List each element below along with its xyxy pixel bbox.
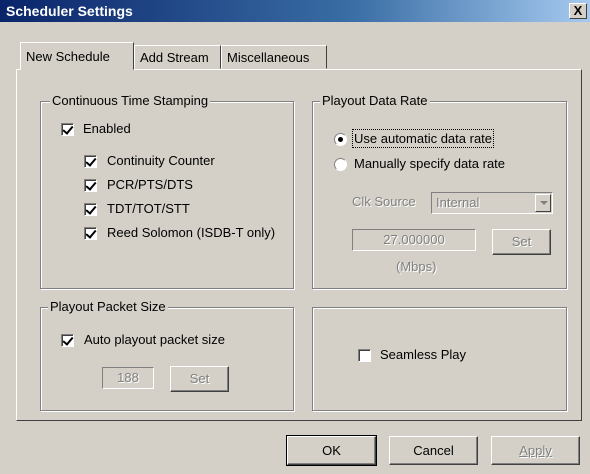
- seamless-play-label: Seamless Play: [380, 347, 466, 362]
- clk-source-label: Clk Source: [352, 194, 416, 209]
- tdt-tot-stt-checkbox[interactable]: [84, 203, 97, 216]
- auto-packet-size-label: Auto playout packet size: [84, 332, 225, 347]
- tab-add-stream[interactable]: Add Stream: [134, 45, 221, 69]
- playout-packet-size-legend: Playout Packet Size: [48, 299, 168, 314]
- tdt-tot-stt-label: TDT/TOT/STT: [107, 201, 190, 216]
- tab-miscellaneous[interactable]: Miscellaneous: [221, 45, 327, 69]
- pcr-pts-dts-label: PCR/PTS/DTS: [107, 177, 193, 192]
- pcr-pts-dts-checkbox[interactable]: [84, 179, 97, 192]
- clk-source-value: Internal: [436, 195, 480, 210]
- continuity-counter-label: Continuity Counter: [107, 153, 215, 168]
- auto-packet-size-checkbox[interactable]: [61, 334, 74, 347]
- continuity-counter-checkbox[interactable]: [84, 155, 97, 168]
- cancel-button[interactable]: Cancel: [389, 436, 478, 465]
- data-rate-field[interactable]: 27.000000: [352, 229, 476, 251]
- enabled-checkbox[interactable]: [61, 123, 74, 136]
- seamless-play-checkbox[interactable]: [358, 349, 371, 362]
- data-rate-unit: (Mbps): [396, 259, 437, 274]
- continuous-time-stamping-legend: Continuous Time Stamping: [50, 93, 211, 108]
- automatic-data-rate-label: Use automatic data rate: [351, 129, 495, 148]
- reed-solomon-label: Reed Solomon (ISDB-T only): [107, 225, 276, 240]
- playout-packet-size-group: [40, 307, 294, 411]
- apply-button[interactable]: Apply: [491, 436, 580, 465]
- close-button[interactable]: X: [569, 3, 587, 19]
- chevron-down-icon[interactable]: [535, 194, 551, 212]
- automatic-data-rate-radio[interactable]: [334, 133, 347, 146]
- tab-new-schedule[interactable]: New Schedule: [20, 42, 134, 70]
- manual-data-rate-label: Manually specify data rate: [354, 156, 506, 171]
- packet-size-field[interactable]: 188: [102, 367, 154, 389]
- packet-size-set-button[interactable]: Set: [170, 366, 229, 392]
- playout-data-rate-legend: Playout Data Rate: [320, 93, 430, 108]
- title-bar: Scheduler Settings X: [0, 0, 590, 22]
- ok-button[interactable]: OK: [287, 436, 376, 465]
- data-rate-set-button[interactable]: Set: [492, 229, 551, 255]
- continuous-time-stamping-group: [40, 101, 294, 289]
- manual-data-rate-radio[interactable]: [334, 158, 347, 171]
- window-title: Scheduler Settings: [6, 3, 133, 19]
- enabled-label: Enabled: [83, 121, 131, 136]
- clk-source-select[interactable]: Internal: [431, 192, 553, 214]
- reed-solomon-checkbox[interactable]: [84, 227, 97, 240]
